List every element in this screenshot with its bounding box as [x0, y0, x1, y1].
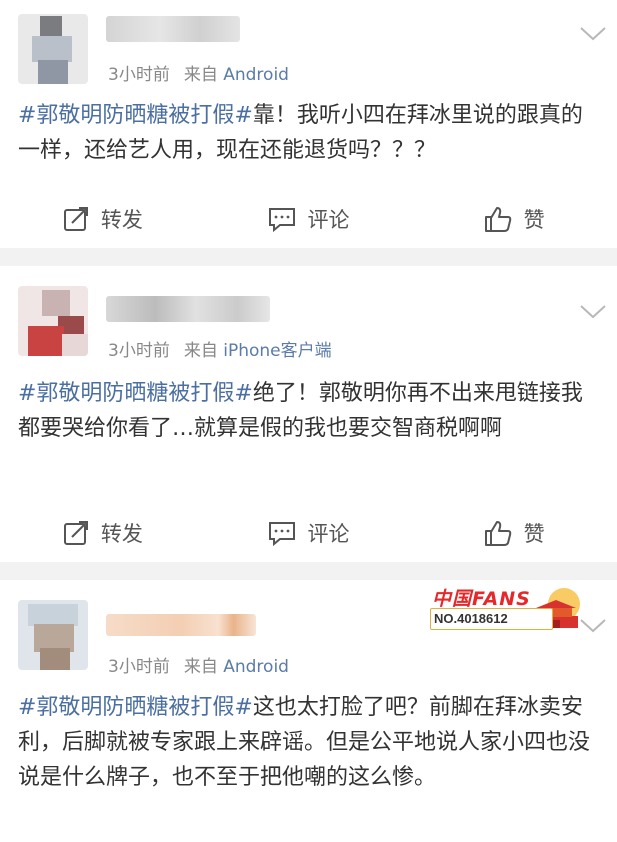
- post-actions: 转发 评论 赞: [0, 194, 617, 244]
- comment-label: 评论: [307, 208, 350, 232]
- source-prefix: 来自: [183, 657, 218, 677]
- badge-number: NO.4018612: [430, 608, 553, 630]
- source-prefix: 来自: [183, 341, 218, 361]
- post-content: #郭敬明防晒糖被打假#靠！我听小四在拜冰里说的跟真的一样，还给艺人用，现在还能退…: [18, 98, 601, 168]
- avatar[interactable]: [18, 14, 88, 84]
- comment-button[interactable]: 评论: [206, 508, 412, 558]
- username-blurred[interactable]: [106, 16, 240, 42]
- like-label: 赞: [523, 522, 545, 546]
- post-time: 3小时前: [108, 657, 170, 677]
- hashtag-link[interactable]: #郭敬明防晒糖被打假#: [18, 381, 253, 406]
- comment-icon: [268, 522, 295, 546]
- post-source[interactable]: Android: [223, 657, 289, 677]
- comment-icon: [268, 208, 295, 232]
- china-fans-badge[interactable]: 中国FANS NO.4018612: [420, 582, 590, 632]
- chevron-down-icon[interactable]: [579, 304, 607, 320]
- post-content: #郭敬明防晒糖被打假#绝了！郭敬明你再不出来甩链接我都要哭给你看了…就算是假的我…: [18, 376, 601, 446]
- post-meta: 3小时前 来自 Android: [108, 652, 289, 677]
- avatar[interactable]: [18, 286, 88, 356]
- username-blurred[interactable]: [106, 614, 256, 636]
- post-meta: 3小时前 来自 Android: [108, 60, 289, 85]
- avatar[interactable]: [18, 600, 88, 670]
- weibo-post: 3小时前 来自 iPhone客户端 #郭敬明防晒糖被打假#绝了！郭敬明你再不出来甩…: [0, 266, 617, 562]
- badge-title: 中国FANS: [432, 588, 531, 610]
- comment-button[interactable]: 评论: [206, 194, 412, 244]
- thumbs-up-icon: [484, 521, 511, 546]
- like-label: 赞: [523, 208, 545, 232]
- repost-label: 转发: [100, 522, 143, 546]
- hashtag-link[interactable]: #郭敬明防晒糖被打假#: [18, 695, 253, 720]
- post-content: #郭敬明防晒糖被打假#这也太打脸了吧？前脚在拜冰卖安利，后脚就被专家跟上来辟谣。…: [18, 690, 601, 795]
- repost-icon: [63, 207, 88, 231]
- repost-button[interactable]: 转发: [0, 508, 206, 558]
- repost-label: 转发: [100, 208, 143, 232]
- chevron-down-icon[interactable]: [579, 26, 607, 42]
- comment-label: 评论: [307, 522, 350, 546]
- hashtag-link[interactable]: #郭敬明防晒糖被打假#: [18, 103, 253, 128]
- source-prefix: 来自: [183, 65, 218, 85]
- repost-button[interactable]: 转发: [0, 194, 206, 244]
- post-source[interactable]: iPhone客户端: [223, 341, 331, 361]
- post-time: 3小时前: [108, 65, 170, 85]
- thumbs-up-icon: [484, 207, 511, 232]
- post-time: 3小时前: [108, 341, 170, 361]
- post-actions: 转发 评论 赞: [0, 508, 617, 558]
- weibo-post: 3小时前 来自 Android #郭敬明防晒糖被打假#靠！我听小四在拜冰里说的跟真…: [0, 0, 617, 248]
- username-blurred[interactable]: [106, 296, 270, 322]
- post-meta: 3小时前 来自 iPhone客户端: [108, 336, 332, 361]
- like-button[interactable]: 赞: [411, 508, 617, 558]
- like-button[interactable]: 赞: [411, 194, 617, 244]
- repost-icon: [63, 521, 88, 545]
- post-source[interactable]: Android: [223, 65, 289, 85]
